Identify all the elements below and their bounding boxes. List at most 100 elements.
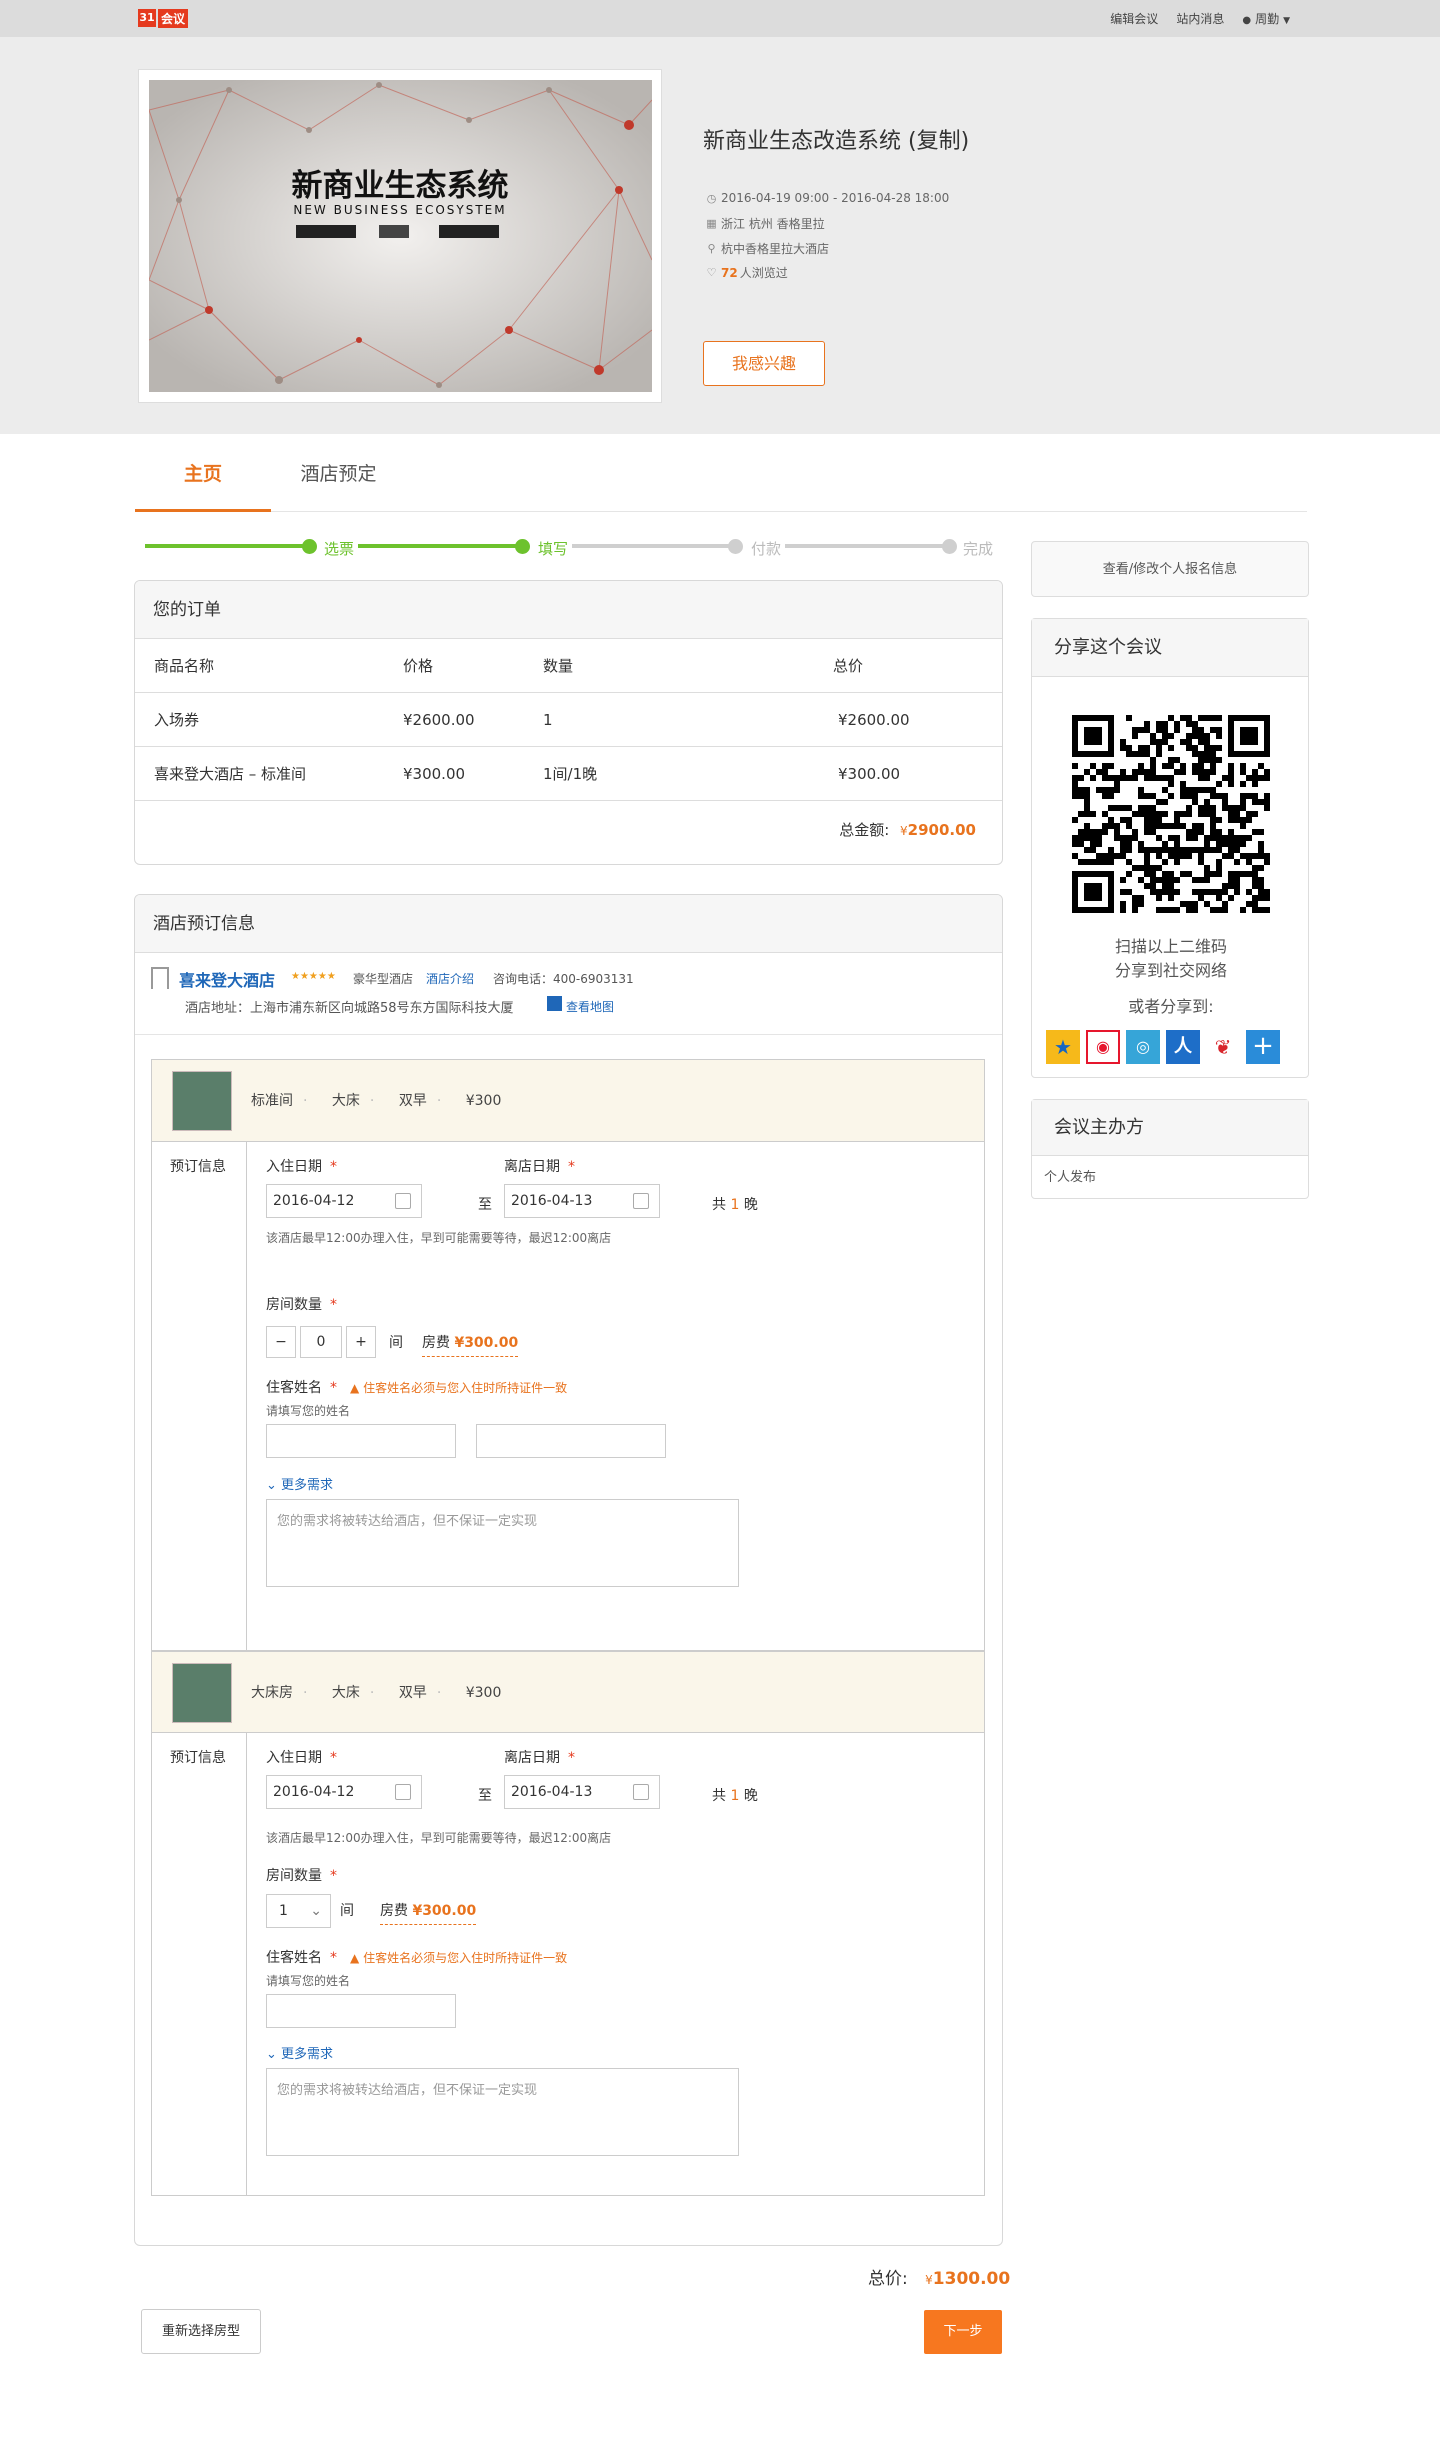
grand-total-label: 总价: (868, 2269, 908, 2289)
heart-icon: ♡ (706, 266, 717, 279)
view-map-link[interactable]: 查看地图 (566, 998, 614, 1015)
building-icon: ▦ (706, 217, 717, 230)
requests-textarea[interactable]: 您的需求将被转达给酒店，但不保证一定实现 (266, 2068, 739, 2156)
organizer-name: 个人发布 (1044, 1170, 1097, 1185)
building-icon (151, 967, 169, 989)
site-logo[interactable]: 31 会议 (138, 8, 189, 28)
top-bar: 31 会议 编辑会议 站内消息 ● 周勤 ▼ (0, 0, 1440, 37)
col-qty: 数量 (543, 657, 574, 675)
hotel-phone: 咨询电话：400-6903131 (493, 972, 634, 986)
event-date-text: 2016-04-19 09:00 - 2016-04-28 18:00 (721, 191, 950, 205)
nav-user-menu[interactable]: ● 周勤 ▼ (1242, 10, 1290, 27)
total-label: 总金额: (839, 821, 890, 839)
guest-name-input-2[interactable] (476, 1424, 666, 1458)
qty-select[interactable]: 1 ⌄ (266, 1894, 331, 1928)
event-venue-text: 杭中香格里拉大酒店 (721, 242, 830, 256)
step-fill: 填写 (538, 540, 569, 558)
checkout-label: 离店日期 * (504, 1159, 575, 1175)
reselect-room-button[interactable]: 重新选择房型 (141, 2309, 261, 2354)
cell: ¥2600.00 (403, 711, 475, 729)
step-select: 选票 (324, 540, 355, 558)
guest-name-input-1[interactable] (266, 1994, 456, 2028)
tab-home[interactable]: 主页 (135, 440, 271, 512)
qty-input[interactable]: 0 (300, 1326, 342, 1358)
step-line-3 (572, 544, 742, 548)
nights-count: 共 1 晚 (712, 1197, 758, 1213)
checkin-label: 入住日期 * (266, 1159, 337, 1175)
share-panel: 分享这个会议 扫描以上二维码 分享到社交网络 或者分享到: ★ ◉ ◎ 人 ❦ … (1031, 618, 1309, 1078)
total-value: 2900.00 (907, 821, 976, 839)
share-icons: ★ ◉ ◎ 人 ❦ + (1046, 1030, 1280, 1064)
guest-hint: 请填写您的姓名 (266, 1404, 351, 1418)
checkin-note: 该酒店最早12:00办理入住，早到可能需要等待，最迟12:00离店 (266, 1231, 612, 1245)
calendar-icon[interactable] (633, 1784, 649, 1800)
hotel-type: 豪华型酒店 (353, 972, 414, 986)
qty-minus-button[interactable]: − (266, 1326, 296, 1358)
checkout-input[interactable]: 2016-04-13 (504, 1775, 660, 1809)
date-separator: 至 (478, 1788, 492, 1804)
clock-icon: ◷ (706, 191, 717, 205)
bed-type: 大床 (331, 1093, 360, 1109)
checkin-input[interactable]: 2016-04-12 (266, 1775, 422, 1809)
room-bar: 大床房 · 大床 · 双早 · ¥300 (152, 1651, 984, 1733)
views-suffix: 人浏览过 (739, 266, 788, 280)
checkin-input[interactable]: 2016-04-12 (266, 1184, 422, 1218)
hotel-intro-link[interactable]: 酒店介绍 (426, 970, 474, 987)
guest-name-input-1[interactable] (266, 1424, 456, 1458)
poster-title: 新商业生态系统 (292, 168, 509, 204)
checkin-note: 该酒店最早12:00办理入住，早到可能需要等待，最迟12:00离店 (266, 1831, 612, 1845)
hotel-panel: 酒店预订信息 喜来登大酒店 ★★★★★ 豪华型酒店 酒店介绍 咨询电话：400-… (134, 894, 1003, 2246)
chevron-down-icon: ⌄ (266, 1478, 277, 1493)
total-currency: ¥ (900, 824, 908, 838)
calendar-icon[interactable] (633, 1193, 649, 1209)
interest-button[interactable]: 我感兴趣 (703, 341, 825, 386)
poster-image: 新商业生态系统 NEW BUSINESS ECOSYSTEM (149, 80, 652, 392)
qty-plus-button[interactable]: + (346, 1326, 376, 1358)
qzone-icon[interactable]: ★ (1046, 1030, 1080, 1064)
checkin-label: 入住日期 * (266, 1750, 337, 1766)
side-col: 预订信息 (152, 1733, 247, 2195)
warning-icon: ▲ (350, 1381, 360, 1395)
user-name: 周勤 (1255, 12, 1280, 26)
view-profile-box: 查看/修改个人报名信息 (1031, 541, 1309, 597)
organizer-panel: 会议主办方 个人发布 (1031, 1099, 1309, 1199)
more-requests-toggle[interactable]: ⌄ 更多需求 (266, 1474, 333, 1493)
room-card-king: 大床房 · 大床 · 双早 · ¥300 预订信息 入住日期 * 2016-04-12 … (151, 1651, 985, 2196)
hotel-name[interactable]: 喜来登大酒店 (179, 967, 275, 991)
checkin-value: 2016-04-12 (273, 1193, 355, 1209)
scan-line-2: 分享到社交网络 (1114, 961, 1227, 980)
more-requests-toggle[interactable]: ⌄ 更多需求 (266, 2043, 333, 2062)
qty-unit: 间 (389, 1335, 403, 1351)
requests-textarea[interactable]: 您的需求将被转达给酒店，但不保证一定实现 (266, 1499, 739, 1587)
room-type: 标准间 (251, 1093, 293, 1109)
view-profile-button[interactable]: 查看/修改个人报名信息 (1032, 542, 1308, 598)
share-title: 分享这个会议 (1032, 619, 1308, 677)
kaixin-icon[interactable]: ❦ (1206, 1030, 1240, 1064)
event-poster: 新商业生态系统 NEW BUSINESS ECOSYSTEM (138, 69, 662, 403)
renren-icon[interactable]: 人 (1166, 1030, 1200, 1064)
checkin-value: 2016-04-12 (273, 1784, 355, 1800)
room-price: ¥300 (465, 1093, 502, 1109)
tencent-weibo-icon[interactable]: ◎ (1126, 1030, 1160, 1064)
calendar-icon[interactable] (395, 1193, 411, 1209)
nav-edit-meeting[interactable]: 编辑会议 (1110, 10, 1158, 27)
event-hero: 新商业生态系统 NEW BUSINESS ECOSYSTEM 新商业生态改造系统… (0, 37, 1440, 434)
qty-unit: 间 (340, 1903, 354, 1919)
checkout-input[interactable]: 2016-04-13 (504, 1184, 660, 1218)
calendar-icon[interactable] (395, 1784, 411, 1800)
col-total: 总价 (833, 657, 864, 675)
room-bar: 标准间 · 大床 · 双早 · ¥300 (152, 1060, 984, 1142)
cell: 1间/1晚 (543, 765, 598, 783)
map-icon[interactable] (547, 996, 562, 1011)
bed-type: 大床 (331, 1685, 360, 1701)
map-pin-icon: ⚲ (707, 242, 716, 255)
qty-value: 1 (279, 1903, 288, 1919)
nav-messages[interactable]: 站内消息 (1176, 10, 1224, 27)
weibo-icon[interactable]: ◉ (1086, 1030, 1120, 1064)
more-share-icon[interactable]: + (1246, 1030, 1280, 1064)
checkout-value: 2016-04-13 (511, 1784, 593, 1800)
side-col: 预订信息 (152, 1142, 247, 1650)
next-step-button[interactable]: 下一步 (924, 2310, 1002, 2354)
guest-hint: 请填写您的姓名 (266, 1974, 351, 1988)
tab-hotel-booking[interactable]: 酒店预定 (271, 440, 406, 512)
